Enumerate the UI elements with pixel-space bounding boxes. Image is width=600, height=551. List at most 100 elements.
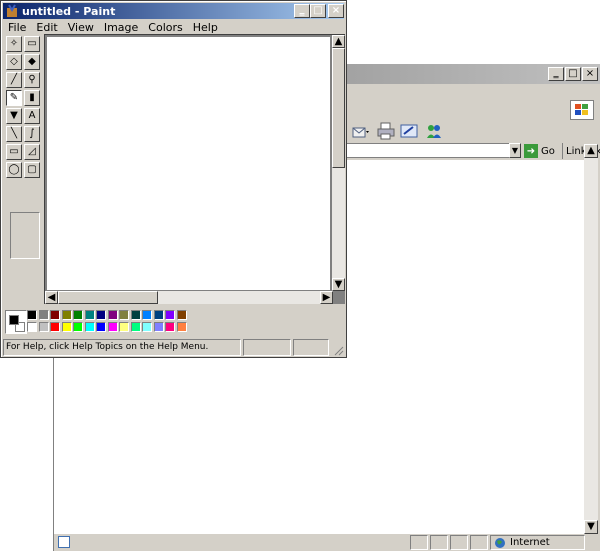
menu-view[interactable]: View	[63, 21, 99, 34]
minimize-button[interactable]: ‗	[294, 4, 310, 18]
palette-swatch[interactable]	[107, 322, 118, 332]
mail-icon[interactable]	[351, 124, 371, 140]
canvas-vertical-scrollbar[interactable]: ▲ ▼	[332, 35, 345, 291]
tool-polygon-icon[interactable]: ◿	[24, 144, 40, 160]
status-pane	[470, 535, 488, 550]
menu-edit[interactable]: Edit	[31, 21, 62, 34]
close-button[interactable]: ×	[582, 67, 598, 81]
status-pane	[430, 535, 448, 550]
status-pane	[293, 339, 329, 356]
status-pane	[410, 535, 428, 550]
palette-swatch[interactable]	[84, 310, 95, 320]
windows-logo-icon	[570, 100, 594, 120]
palette-swatch[interactable]	[119, 322, 129, 332]
resize-grip-icon[interactable]	[332, 344, 344, 356]
scroll-down-button[interactable]: ▼	[584, 520, 598, 534]
tool-airbrush-icon[interactable]: ▼	[6, 108, 22, 124]
tool-text-icon[interactable]: A	[24, 108, 40, 124]
paint-menubar: File Edit View Image Colors Help	[3, 19, 344, 35]
scroll-up-button[interactable]: ▲	[332, 35, 345, 48]
scroll-left-button[interactable]: ◀	[45, 291, 58, 304]
maximize-button[interactable]: □	[310, 4, 326, 18]
tool-select-icon[interactable]: ▭	[24, 36, 40, 52]
palette-swatch[interactable]	[61, 322, 72, 332]
go-label: Go	[541, 145, 555, 157]
status-text: For Help, click Help Topics on the Help …	[3, 339, 241, 356]
security-zone: Internet	[490, 535, 585, 550]
palette-swatch[interactable]	[96, 322, 106, 332]
palette-swatch[interactable]	[73, 310, 83, 320]
canvas-area: ▲ ▼ ◀ ▶	[44, 34, 345, 304]
palette-swatch[interactable]	[142, 322, 152, 332]
address-dropdown-button[interactable]: ▼	[509, 143, 521, 158]
palette-swatch[interactable]	[50, 322, 60, 332]
address-bar-input[interactable]	[346, 143, 520, 158]
status-pane	[450, 535, 468, 550]
scroll-thumb[interactable]	[332, 48, 345, 168]
tool-rectangle-icon[interactable]: ▭	[6, 144, 22, 160]
color-indicator[interactable]	[5, 310, 27, 334]
palette-swatch[interactable]	[130, 310, 141, 320]
tool-fill-with-color-icon[interactable]: ◆	[24, 54, 40, 70]
palette-swatch[interactable]	[107, 310, 118, 320]
scroll-thumb[interactable]	[58, 291, 158, 304]
menu-help[interactable]: Help	[188, 21, 223, 34]
palette-swatch[interactable]	[61, 310, 72, 320]
tool-rounded-rectangle-icon[interactable]: ▢	[24, 162, 40, 178]
go-arrow-icon: ➜	[524, 144, 538, 158]
palette-swatch[interactable]	[130, 322, 141, 332]
palette-swatch[interactable]	[153, 310, 164, 320]
paint-status-bar: For Help, click Help Topics on the Help …	[3, 339, 344, 356]
palette-swatch[interactable]	[153, 322, 164, 332]
browser-status-bar: Internet	[54, 534, 600, 551]
palette-swatch[interactable]	[176, 322, 187, 332]
minimize-button[interactable]: ‗	[548, 67, 564, 81]
palette-swatch[interactable]	[165, 310, 175, 320]
edit-icon[interactable]	[400, 123, 420, 139]
zone-label: Internet	[510, 537, 550, 548]
palette-swatch[interactable]	[119, 310, 129, 320]
scroll-down-button[interactable]: ▼	[332, 278, 345, 291]
tool-magnifier-icon[interactable]: ⚲	[24, 72, 40, 88]
toolbox: ✧ ▭ ◇ ◆ ╱ ⚲ ✎ ▮ ▼ A ╲ ∫ ▭ ◿ ◯ ▢	[3, 34, 42, 294]
scroll-right-button[interactable]: ▶	[320, 291, 333, 304]
close-button[interactable]: ×	[328, 4, 344, 18]
paint-titlebar[interactable]: untitled - Paint ‗ □ ×	[3, 3, 344, 19]
palette-swatch[interactable]	[27, 322, 37, 332]
print-icon[interactable]	[376, 122, 396, 140]
menu-colors[interactable]: Colors	[143, 21, 187, 34]
tool-line-icon[interactable]: ╲	[6, 126, 22, 142]
browser-vertical-scrollbar[interactable]: ▲ ▼	[584, 144, 598, 534]
tool-eraser-icon[interactable]: ◇	[6, 54, 22, 70]
messenger-icon[interactable]	[424, 122, 444, 140]
palette-swatch[interactable]	[73, 322, 83, 332]
globe-icon	[495, 537, 505, 548]
tool-curve-icon[interactable]: ∫	[24, 126, 40, 142]
tool-brush-icon[interactable]: ▮	[24, 90, 40, 106]
palette-swatch[interactable]	[50, 310, 60, 320]
palette-swatch[interactable]	[176, 310, 187, 320]
palette-swatch[interactable]	[38, 310, 49, 320]
color-palette	[3, 308, 203, 338]
menu-file[interactable]: File	[3, 21, 31, 34]
palette-swatch[interactable]	[142, 310, 152, 320]
tool-options-box[interactable]	[10, 212, 40, 259]
tool-ellipse-icon[interactable]: ◯	[6, 162, 22, 178]
maximize-button[interactable]: □	[565, 67, 581, 81]
go-button[interactable]: ➜ Go	[524, 143, 555, 159]
palette-swatch[interactable]	[165, 322, 175, 332]
palette-swatch[interactable]	[84, 322, 95, 332]
palette-swatch[interactable]	[27, 310, 37, 320]
foreground-color-box[interactable]	[9, 315, 19, 325]
tool-pencil-icon[interactable]: ✎	[6, 90, 22, 106]
drawing-canvas[interactable]	[47, 37, 330, 290]
palette-swatch[interactable]	[38, 322, 49, 332]
tool-free-form-select-icon[interactable]: ✧	[6, 36, 22, 52]
page-icon	[58, 536, 70, 548]
status-pane	[243, 339, 291, 356]
scroll-up-button[interactable]: ▲	[584, 144, 598, 158]
palette-swatch[interactable]	[96, 310, 106, 320]
tool-pick-color-icon[interactable]: ╱	[6, 72, 22, 88]
canvas-horizontal-scrollbar[interactable]: ◀ ▶	[45, 291, 333, 304]
menu-image[interactable]: Image	[99, 21, 143, 34]
